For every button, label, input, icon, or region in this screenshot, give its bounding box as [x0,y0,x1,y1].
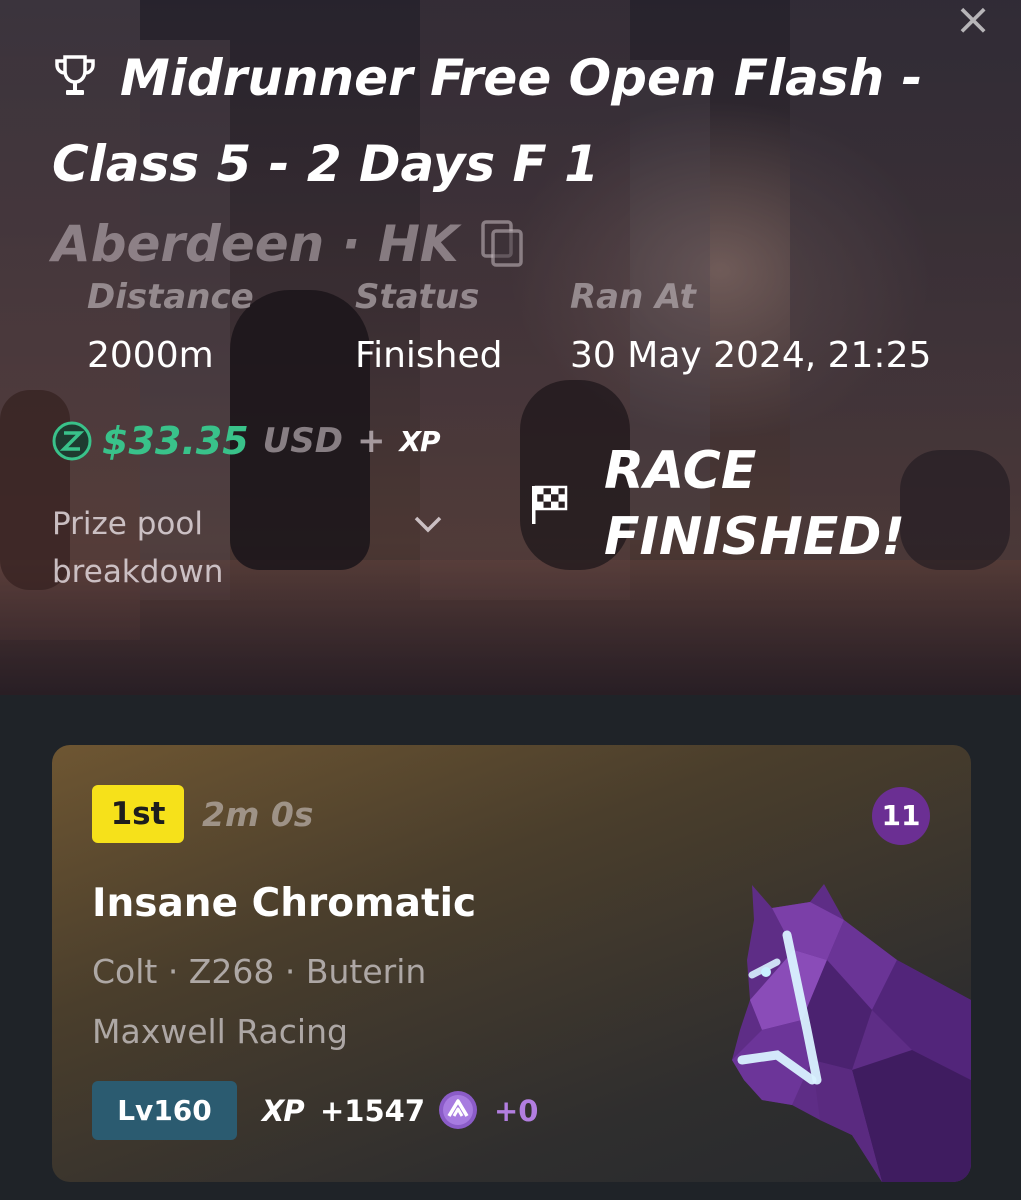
xp-label: XP [262,1094,305,1128]
race-finished-text: RACE FINISHED! [604,441,906,567]
stat-label: Status [355,277,480,317]
race-location: Aberdeen · HK [52,215,459,273]
stat-value: 2000m [87,335,214,376]
token-gain: +0 [494,1094,539,1128]
prize-pool-breakdown-toggle[interactable]: Prize pool breakdown [52,500,452,596]
prize-amount: $33.35 [102,419,249,463]
level-badge: Lv160 [92,1081,237,1140]
stat-value: 30 May 2024, 21:25 [570,335,932,376]
stat-ran-at: Ran At 30 May 2024, 21:25 [570,275,931,381]
close-icon: × [954,0,992,45]
race-location-row: Aberdeen · HK [52,212,525,276]
gate-number-badge: 11 [872,787,930,845]
stat-label: Ran At [570,277,696,317]
prize-plus: + [356,421,386,461]
xp-gain: +1547 [320,1094,426,1128]
close-button[interactable]: × [950,0,996,45]
race-time: 2m 0s [202,795,314,834]
token-icon [439,1091,477,1129]
horse-details: Colt · Z268 · Buterin [92,952,427,991]
stat-value: Finished [355,335,503,376]
horse-name[interactable]: Insane Chromatic [92,877,476,931]
prize-pool-breakdown-label: Prize pool breakdown [52,506,224,590]
prize-xp: XP [399,424,440,458]
trophy-icon [55,55,95,95]
result-card[interactable]: 1st 2m 0s 11 Insane Chromatic Colt · Z26… [52,745,971,1182]
chevron-down-icon [414,516,442,533]
checkered-flag-icon [532,485,568,524]
stat-label: Distance [87,277,254,317]
race-title: Midrunner Free Open Flash - Class 5 - 2 … [52,49,923,193]
copy-icon[interactable] [480,220,525,268]
horse-head-illustration [732,884,971,1182]
prize-currency: USD [262,421,343,461]
stat-status: Status Finished [355,275,502,381]
prize-pool-row: $33.35 USD + XP [52,415,441,467]
zed-coin-icon [52,421,92,461]
position-badge: 1st [92,785,184,843]
stat-distance: Distance 2000m [87,275,254,381]
race-hero: × Midrunner Free Open Flash - Class 5 - … [0,0,1021,695]
race-title-block: Midrunner Free Open Flash - Class 5 - 2 … [52,35,932,207]
stable-name: Maxwell Racing [92,1012,348,1051]
